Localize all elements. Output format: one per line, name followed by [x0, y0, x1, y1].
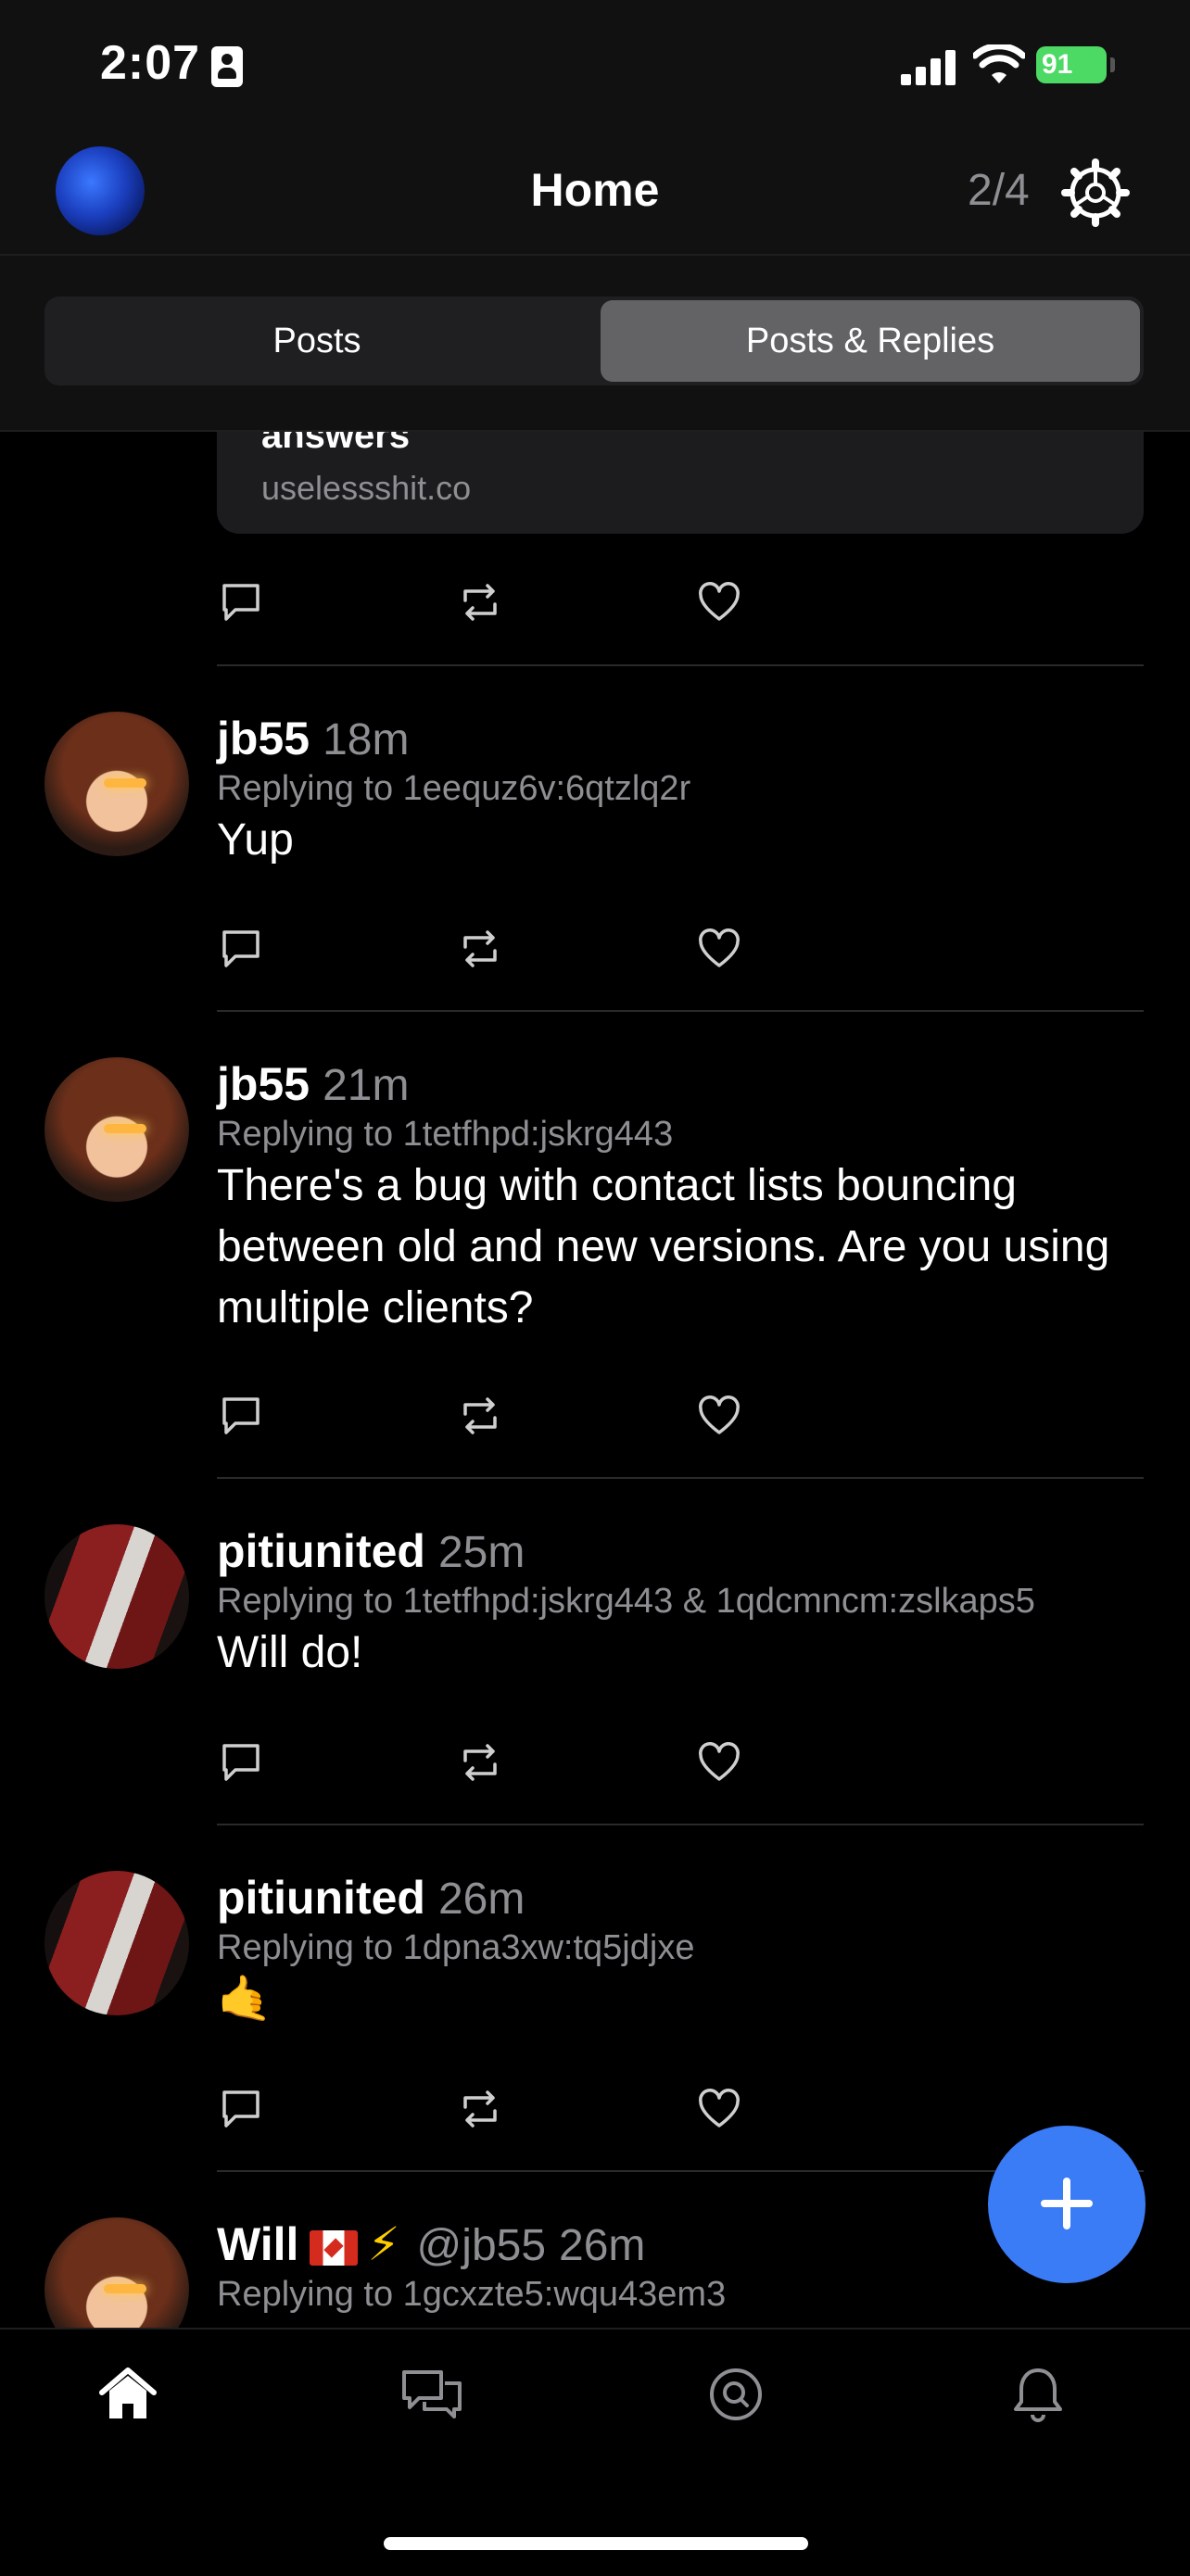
tab-posts-replies[interactable]: Posts & Replies: [601, 300, 1140, 382]
heart-icon[interactable]: [695, 1738, 743, 1787]
battery-indicator: 91: [1036, 46, 1107, 83]
replying-to[interactable]: Replying to 1tetfhpd:jskrg443: [217, 1115, 673, 1155]
author-line: pitiunited 25m: [217, 1524, 525, 1578]
post-age: 26m: [437, 1875, 525, 1924]
messages-icon[interactable]: [399, 2361, 465, 2428]
reply-icon[interactable]: [217, 1392, 265, 1440]
relay-counter[interactable]: 2/4: [968, 165, 1030, 216]
cellular-signal-icon: [901, 48, 956, 85]
avatar[interactable]: [44, 1524, 189, 1669]
replying-to[interactable]: Replying to 1tetfhpd:jskrg443 & 1qdcmncm…: [217, 1582, 1035, 1622]
reply-icon[interactable]: [217, 925, 265, 973]
post-divider: [217, 1477, 1144, 1479]
repost-icon[interactable]: [456, 1738, 504, 1787]
avatar[interactable]: [44, 2217, 189, 2328]
heart-icon[interactable]: [695, 578, 743, 626]
home-icon[interactable]: [95, 2361, 161, 2428]
post-body: Yup: [217, 815, 294, 865]
author-name[interactable]: pitiunited: [217, 1525, 425, 1577]
compose-button[interactable]: [988, 2126, 1146, 2283]
post-body: Will do!: [217, 1628, 363, 1677]
author-line: jb55 21m: [217, 1057, 409, 1111]
repost-icon[interactable]: [456, 2085, 504, 2133]
post-body: 🤙: [217, 1975, 272, 2024]
link-preview-card[interactable]: answers uselessshit.co: [217, 432, 1144, 534]
post-divider: [217, 664, 1144, 666]
post-divider: [217, 1824, 1144, 1825]
post-age: 21m: [323, 1061, 410, 1110]
post-actions: [217, 925, 773, 980]
bell-icon[interactable]: [1005, 2361, 1071, 2428]
author-name[interactable]: jb55: [217, 713, 310, 764]
author-name[interactable]: jb55: [217, 1058, 310, 1110]
author-handle[interactable]: @jb55: [417, 2221, 546, 2270]
post-actions: [217, 1738, 773, 1794]
link-preview-url: uselessshit.co: [261, 469, 472, 507]
wifi-icon: [973, 44, 1025, 83]
tab-posts[interactable]: Posts: [48, 300, 586, 382]
repost-icon[interactable]: [456, 1392, 504, 1440]
replying-to[interactable]: Replying to 1gcxzte5:wqu43em3: [217, 2275, 726, 2315]
replying-to[interactable]: Replying to 1eequz6v:6qtzlq2r: [217, 769, 690, 809]
heart-icon[interactable]: [695, 2085, 743, 2133]
lightning-bolt-icon: ⚡: [367, 2218, 400, 2270]
heart-icon[interactable]: [695, 925, 743, 973]
avatar[interactable]: [44, 1057, 189, 1202]
author-line: pitiunited 26m: [217, 1871, 525, 1925]
status-time: 2:07: [100, 36, 201, 90]
search-icon[interactable]: [703, 2361, 769, 2428]
author-name[interactable]: Will: [217, 2218, 298, 2270]
author-name[interactable]: pitiunited: [217, 1872, 425, 1924]
post-age: 26m: [559, 2221, 646, 2270]
reply-icon[interactable]: [217, 578, 265, 626]
post-age: 18m: [323, 715, 410, 764]
gear-icon[interactable]: [1060, 158, 1131, 228]
canada-flag-icon: [310, 2229, 359, 2266]
post-actions: [217, 578, 773, 634]
contact-card-icon: [211, 46, 243, 87]
post-age: 25m: [437, 1528, 525, 1577]
post-divider: [217, 1010, 1144, 1012]
repost-icon[interactable]: [456, 925, 504, 973]
post-actions: [217, 1392, 773, 1447]
post-body: There's a bug with contact lists bouncin…: [217, 1161, 1110, 1332]
replying-to[interactable]: Replying to 1dpna3xw:tq5jdjxe: [217, 1928, 694, 1968]
home-indicator: [384, 2537, 808, 2550]
battery-nub: [1110, 57, 1115, 72]
repost-icon[interactable]: [456, 578, 504, 626]
feed-filter-control: Posts Posts & Replies: [44, 297, 1144, 385]
avatar[interactable]: [44, 712, 189, 856]
author-line: Will ⚡ @jb55 26m: [217, 2217, 645, 2271]
reply-icon[interactable]: [217, 1738, 265, 1787]
avatar[interactable]: [44, 1871, 189, 2015]
heart-icon[interactable]: [695, 1392, 743, 1440]
link-preview-title: answers: [261, 432, 411, 456]
timeline-feed[interactable]: answers uselessshit.co jb55 18m Replying …: [0, 432, 1190, 2328]
author-line: jb55 18m: [217, 712, 409, 765]
post-actions: [217, 2085, 773, 2140]
reply-icon[interactable]: [217, 2085, 265, 2133]
